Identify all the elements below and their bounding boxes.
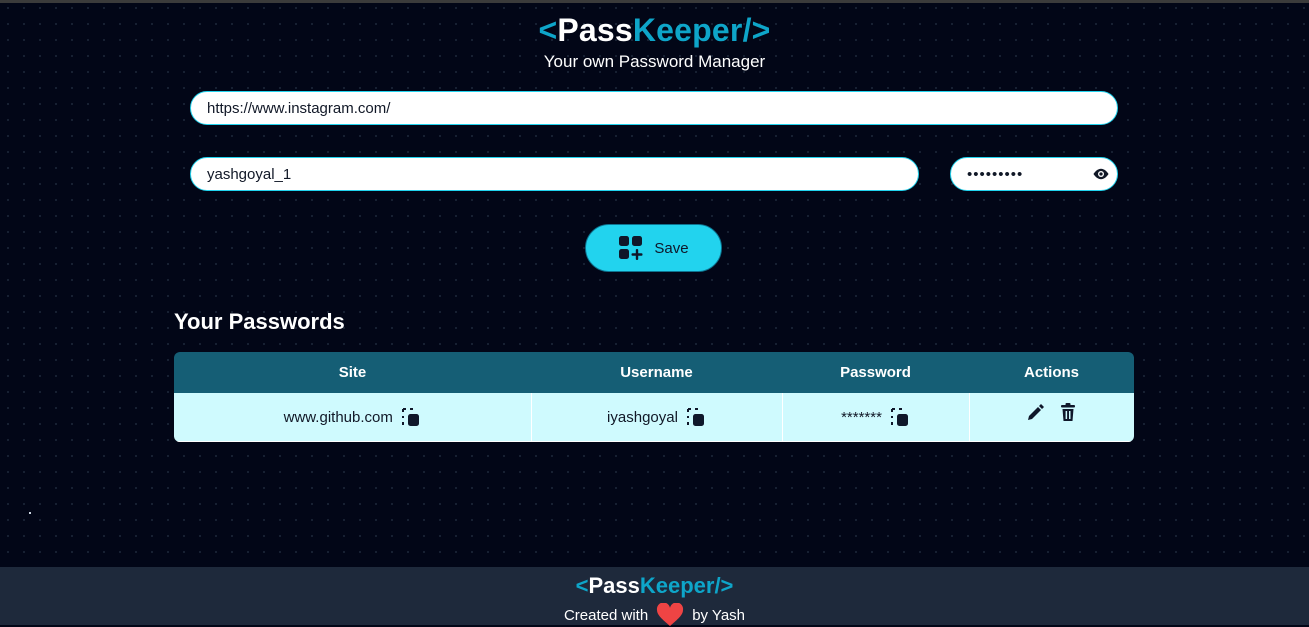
- username-value: iyashgoyal: [607, 408, 678, 426]
- site-link[interactable]: www.github.com: [284, 409, 393, 426]
- page-footer: <PassKeeper/> Created with by Yash: [0, 567, 1309, 627]
- heart-icon: [657, 603, 684, 626]
- column-header-username: Username: [531, 352, 782, 393]
- window-top-border: [0, 0, 1309, 3]
- copy-icon[interactable]: [686, 407, 706, 427]
- section-title: Your Passwords: [174, 309, 345, 334]
- logo-bracket-close: />: [742, 12, 771, 48]
- passwords-table: Site Username Password Actions www.githu…: [174, 352, 1134, 442]
- trash-icon[interactable]: [1058, 402, 1078, 422]
- copy-icon[interactable]: [401, 407, 421, 427]
- footer-logo-keeper: Keeper: [639, 573, 715, 598]
- stray-dot: [29, 512, 31, 514]
- created-with-text: Created with: [563, 606, 649, 624]
- footer-logo: <PassKeeper/>: [0, 573, 1309, 599]
- logo-bracket-open: <: [538, 12, 558, 48]
- actions-cell: [968, 393, 1134, 442]
- site-url-input[interactable]: [190, 91, 1118, 125]
- eye-icon[interactable]: [1091, 165, 1111, 183]
- by-author-text: by Yash: [692, 606, 746, 624]
- app-subtitle: Your own Password Manager: [543, 52, 766, 71]
- table-header-row: Site Username Password Actions: [174, 352, 1134, 393]
- save-button-label: Save: [654, 239, 689, 257]
- add-grid-icon: [619, 236, 643, 260]
- app-logo: <PassKeeper/>: [0, 12, 1309, 49]
- logo-keeper: Keeper: [632, 12, 743, 48]
- column-header-site: Site: [174, 352, 531, 393]
- site-cell: www.github.com: [174, 393, 532, 442]
- copy-icon[interactable]: [890, 407, 910, 427]
- edit-icon[interactable]: [1026, 402, 1046, 422]
- footer-logo-pass: Pass: [588, 573, 640, 598]
- username-input[interactable]: [190, 157, 919, 191]
- logo-pass: Pass: [557, 12, 633, 48]
- footer-logo-bracket-open: <: [575, 573, 589, 598]
- column-header-password: Password: [782, 352, 969, 393]
- footer-logo-bracket-close: />: [714, 573, 734, 598]
- column-header-actions: Actions: [969, 352, 1134, 393]
- username-cell: iyashgoyal: [530, 393, 783, 442]
- footer-credit: Created with by Yash: [0, 603, 1309, 627]
- password-masked: *******: [841, 408, 882, 426]
- save-button[interactable]: Save: [585, 224, 722, 272]
- password-cell: *******: [781, 393, 970, 442]
- table-row: www.github.com iyashgoyal *******: [174, 393, 1134, 442]
